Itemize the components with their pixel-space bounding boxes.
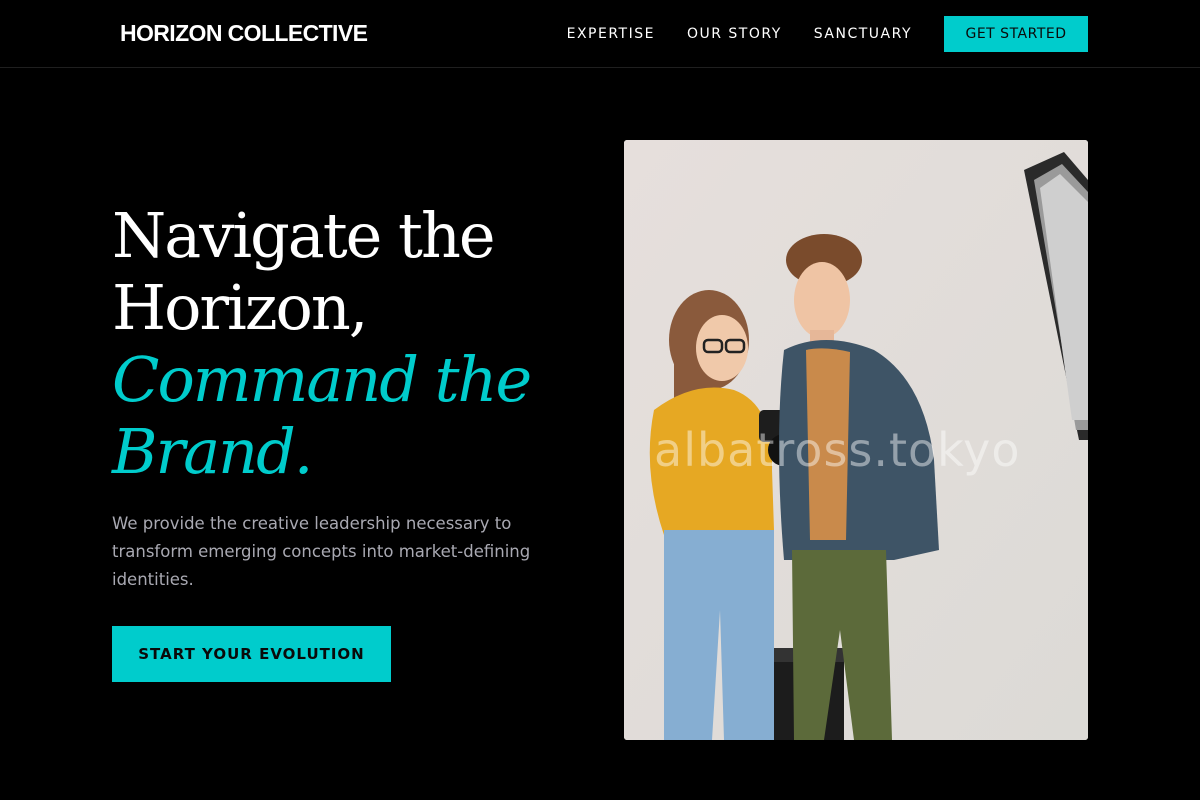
hero-photo: albatross.tokyo (624, 140, 1088, 740)
nav-link-our-story[interactable]: OUR STORY (687, 16, 782, 52)
headline-accent-line-2: Brand. (112, 415, 314, 488)
hero-headline: Navigate the Horizon, Command the Brand. (112, 200, 592, 488)
hero-content: Navigate the Horizon, Command the Brand.… (112, 200, 592, 611)
main-nav: EXPERTISE OUR STORY SANCTUARY GET STARTE… (567, 16, 1088, 52)
nav-link-expertise[interactable]: EXPERTISE (567, 16, 655, 52)
start-your-evolution-button[interactable]: START YOUR EVOLUTION (112, 626, 391, 682)
headline-line-2: Horizon, (112, 271, 369, 344)
nav-link-sanctuary[interactable]: SANCTUARY (814, 16, 912, 52)
photo-watermark: albatross.tokyo (654, 423, 1021, 477)
site-header: HORIZON COLLECTIVE EXPERTISE OUR STORY S… (0, 0, 1200, 68)
get-started-button[interactable]: GET STARTED (944, 16, 1088, 52)
headline-accent-line-1: Command the (112, 343, 532, 416)
brand-logo[interactable]: HORIZON COLLECTIVE (120, 20, 368, 47)
hero-lead-text: We provide the creative leadership neces… (112, 514, 531, 589)
headline-line-1: Navigate the (112, 199, 496, 272)
